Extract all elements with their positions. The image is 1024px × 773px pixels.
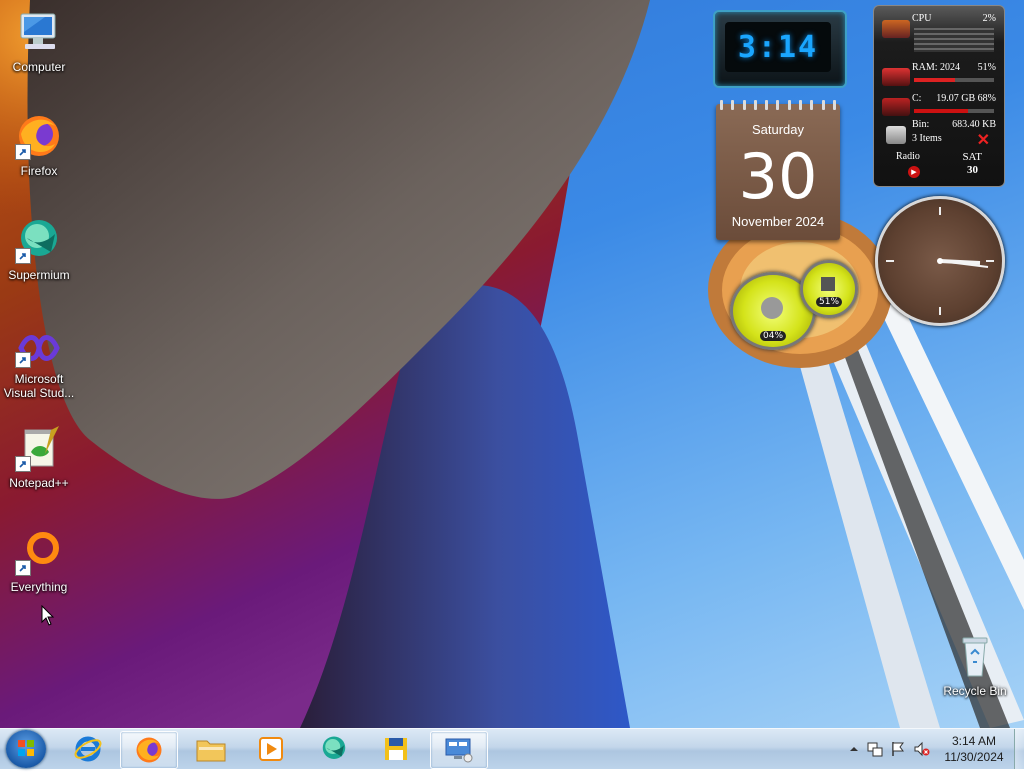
memory-meter-icon (821, 277, 835, 291)
show-desktop-button[interactable] (1014, 729, 1024, 769)
taskbar-remote-desktop[interactable] (430, 731, 488, 769)
start-orb-icon[interactable] (6, 730, 46, 768)
digital-clock-time: 3:14 (725, 22, 831, 72)
disk-bar-fill (914, 109, 969, 113)
desktop-icon-label: Notepad++ (9, 476, 69, 490)
digital-clock-gadget[interactable]: 3:14 (713, 10, 847, 88)
bin-items: 3 Items (912, 133, 942, 144)
cpu-meter-value: 04% (759, 331, 787, 341)
firefox-icon (136, 737, 162, 763)
remote-desktop-icon (445, 738, 473, 763)
desktop-icon-notepad-plus-plus[interactable]: Notepad++ (0, 424, 78, 490)
cpu-chip-icon (882, 20, 910, 38)
taskbar-media-player[interactable] (243, 731, 299, 767)
memory-meter-gadget[interactable]: 51% (800, 260, 858, 318)
desktop-icon-supermium[interactable]: Supermium (0, 216, 78, 282)
tray-time: 3:14 AM (951, 734, 997, 748)
cpu-value: 2% (982, 13, 996, 24)
desktop-icon-label: Recycle Bin (943, 684, 1007, 698)
ram-bar-fill (914, 78, 955, 82)
disk-value: 19.07 GB 68% (936, 93, 996, 104)
ram-value: 51% (977, 62, 996, 73)
media-player-icon (259, 737, 283, 761)
shortcut-arrow-icon (15, 144, 31, 160)
folder-icon (196, 740, 226, 762)
notepad-plus-plus-icon (15, 424, 63, 472)
bin-value: 683.40 KB (952, 119, 996, 130)
action-center-flag-icon[interactable] (890, 741, 906, 757)
shortcut-arrow-icon (15, 560, 31, 576)
desktop-icon-label: Everything (10, 580, 68, 594)
desktop-icon-label: Computer (12, 60, 66, 74)
radio-label: Radio (896, 151, 920, 162)
visual-studio-icon (15, 328, 63, 368)
calendar-rings (716, 100, 840, 110)
desktop-icon-label: Microsoft Visual Stud... (3, 372, 75, 400)
wallpaper-art (0, 0, 1024, 728)
calendar-month-year: November 2024 (731, 214, 825, 229)
bin-icon (886, 126, 906, 144)
volume-muted-icon[interactable] (914, 741, 930, 757)
ram-bar (914, 78, 994, 82)
cpu-label: CPU (912, 13, 932, 24)
taskbar-supermium[interactable] (306, 731, 362, 767)
desktop-icon-label: Firefox (20, 164, 58, 178)
firefox-icon (15, 112, 63, 160)
disk-label: C: (912, 93, 922, 104)
tray-date: 11/30/2024 (944, 750, 1004, 764)
desktop-icon-firefox[interactable]: Firefox (0, 112, 78, 178)
analog-clock-face (886, 207, 994, 315)
cpu-history-graph (914, 28, 994, 52)
desktop-icon-everything[interactable]: Everything (0, 528, 78, 594)
ram-chip-icon (882, 68, 910, 86)
desktop-icon-computer[interactable]: Computer (0, 8, 78, 74)
ram-label: RAM: 2024 (912, 62, 961, 73)
mouse-cursor-icon (41, 605, 55, 626)
taskbar-firefox[interactable] (120, 731, 178, 769)
taskbar-file-explorer[interactable] (183, 731, 239, 767)
internet-explorer-icon (74, 736, 102, 762)
calendar-day-name: Saturday (751, 122, 805, 137)
everything-icon (15, 528, 63, 576)
shortcut-arrow-icon (15, 352, 31, 368)
taskbar-internet-explorer[interactable] (60, 731, 116, 767)
floppy-icon (385, 738, 407, 760)
radio-play-icon[interactable]: ▶ (908, 166, 920, 178)
analog-clock-gadget[interactable] (875, 196, 1005, 326)
disk-drive-icon (882, 98, 910, 116)
supermium-icon (322, 736, 346, 759)
recycle-bin-icon (951, 632, 999, 680)
desktop-icon-visual-studio[interactable]: Microsoft Visual Stud... (0, 328, 78, 400)
system-monitor-gadget[interactable]: CPU 2% RAM: 2024 51% C: 19.07 GB 68% Bin… (873, 5, 1005, 187)
day-num: 30 (967, 164, 978, 176)
cpu-meter-icon (761, 297, 783, 319)
desktop-wallpaper (0, 0, 1024, 728)
memory-meter-value: 51% (815, 297, 843, 307)
calendar-gadget[interactable]: Saturday 30 November 2024 (716, 100, 840, 240)
disk-bar (914, 109, 994, 113)
shortcut-arrow-icon (15, 248, 31, 264)
taskbar-save-app[interactable] (368, 731, 424, 767)
computer-icon (15, 8, 63, 56)
bin-label: Bin: (912, 119, 930, 130)
taskbar: 3:14 AM 11/30/2024 (0, 728, 1024, 769)
desktop-icon-label: Supermium (8, 268, 70, 282)
day-abbr: SAT (962, 151, 982, 163)
tray-clock[interactable]: 3:14 AM 11/30/2024 (939, 733, 1009, 765)
calendar-day-number: 30 (738, 140, 818, 213)
empty-bin-icon[interactable]: ✕ (977, 130, 990, 150)
desktop-icon-recycle-bin[interactable]: Recycle Bin (936, 632, 1014, 698)
show-hidden-icons-icon[interactable] (846, 741, 862, 757)
supermium-icon (15, 216, 63, 264)
network-icon[interactable] (867, 741, 883, 757)
shortcut-arrow-icon (15, 456, 31, 472)
